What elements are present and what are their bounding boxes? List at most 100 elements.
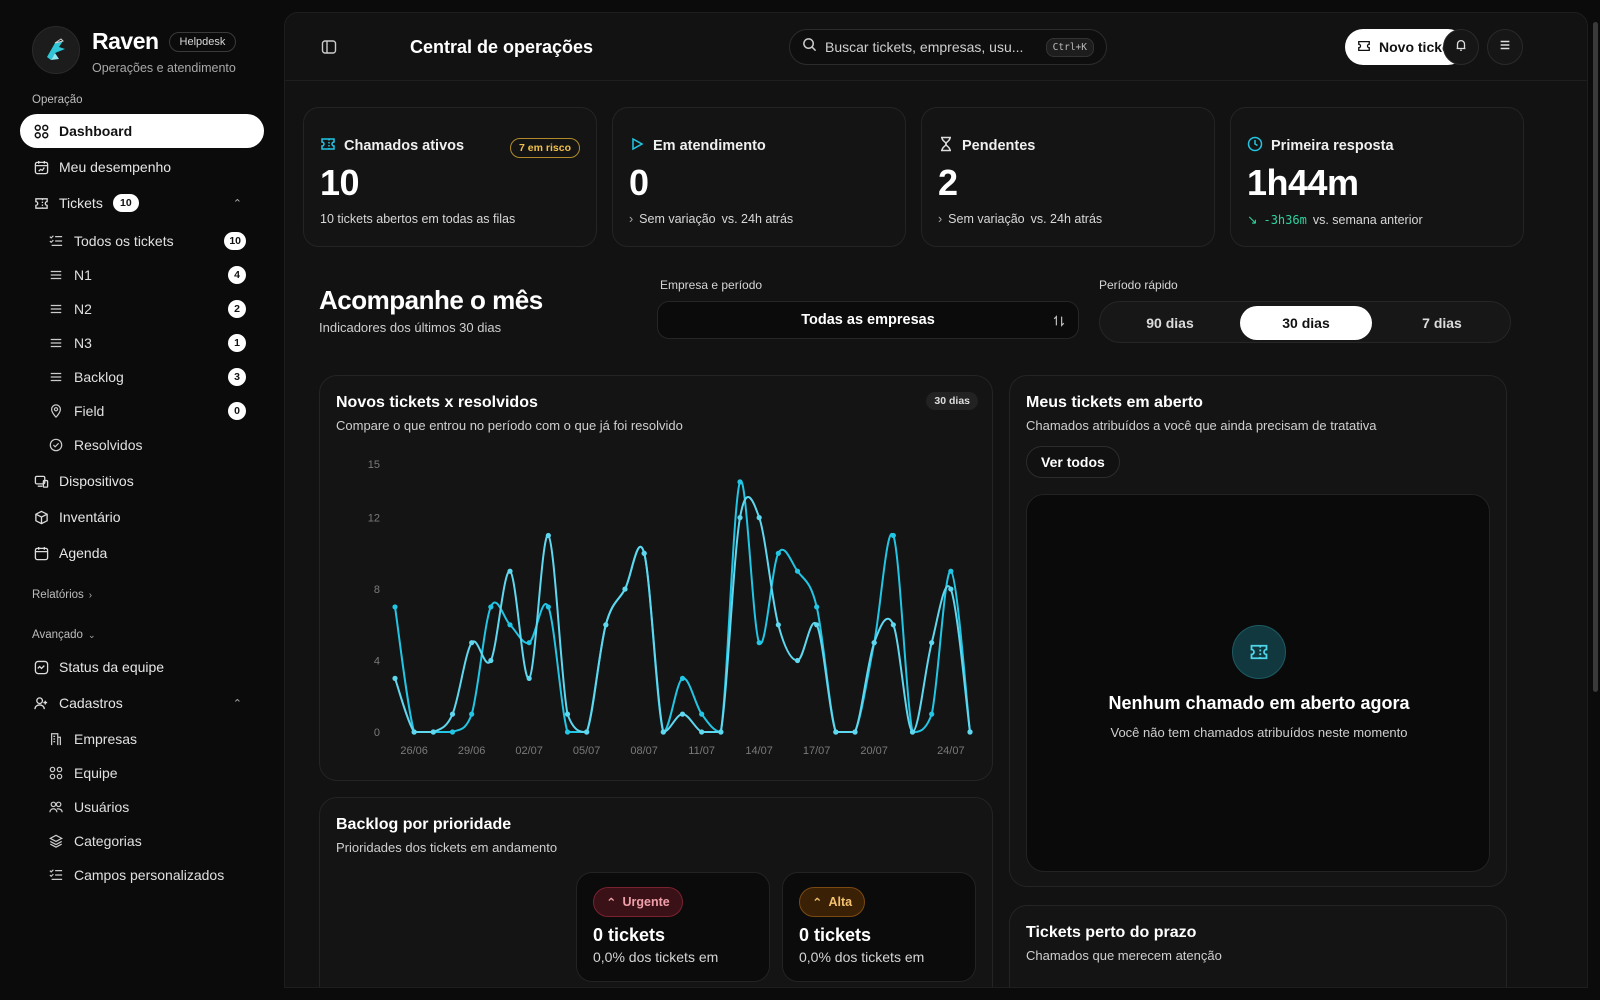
data-point[interactable] [948, 586, 954, 592]
sidebar-item-inventario[interactable]: Inventário [20, 500, 264, 534]
sidebar-item-resolvidos[interactable]: Resolvidos [48, 430, 252, 460]
box-icon [33, 509, 49, 525]
sidebar-item-cadastros[interactable]: Cadastros ⌃ [20, 686, 264, 720]
data-point[interactable] [564, 729, 571, 735]
data-point[interactable] [488, 657, 494, 664]
period-option-7[interactable]: 7 dias [1376, 306, 1508, 340]
data-point[interactable] [469, 640, 475, 646]
search-icon [802, 37, 817, 57]
data-point[interactable] [718, 729, 724, 735]
sidebar-item-dashboard[interactable]: Dashboard [20, 114, 264, 148]
data-point[interactable] [852, 729, 858, 735]
data-point[interactable] [507, 568, 513, 574]
company-select[interactable]: Todas as empresas [657, 301, 1079, 339]
data-point[interactable] [929, 640, 935, 646]
data-point[interactable] [929, 711, 935, 717]
sidebar-item-n2[interactable]: N2 2 [48, 294, 252, 324]
search-input[interactable]: Buscar tickets, empresas, usu... Ctrl+K [789, 29, 1107, 65]
queue-icon [48, 335, 64, 351]
grid-icon [48, 765, 64, 781]
menu-button[interactable] [1487, 29, 1523, 65]
scrollbar[interactable] [1590, 12, 1600, 988]
view-all-button[interactable]: Ver todos [1026, 446, 1120, 478]
data-point[interactable] [641, 550, 647, 556]
data-point[interactable] [488, 604, 494, 610]
data-point[interactable] [890, 622, 896, 628]
sidebar-item-campos-personalizados[interactable]: Campos personalizados [48, 860, 252, 890]
period-option-90[interactable]: 90 dias [1104, 306, 1236, 340]
sidebar-item-categorias[interactable]: Categorias [48, 826, 252, 856]
sidebar-item-todos-os-tickets[interactable]: Todos os tickets 10 [48, 226, 252, 256]
data-point[interactable] [699, 729, 705, 735]
data-point[interactable] [545, 532, 551, 539]
period-option-30[interactable]: 30 dias [1240, 306, 1372, 340]
data-point[interactable] [469, 711, 475, 717]
priority-card-alta[interactable]: ⌃ Alta 0 tickets 0,0% dos tickets em [782, 872, 976, 982]
data-point[interactable] [430, 729, 436, 735]
sidebar-item-n1[interactable]: N1 4 [48, 260, 252, 290]
priority-card-urgente[interactable]: ⌃ Urgente 0 tickets 0,0% dos tickets em [576, 872, 770, 982]
stat-card-em-atendimento[interactable]: Em atendimento 0 › Sem variação vs. 24h … [612, 107, 906, 247]
chevron-up-icon[interactable]: ⌃ [233, 697, 242, 710]
sidebar-item-field[interactable]: Field 0 [48, 396, 252, 426]
data-point[interactable] [775, 622, 781, 628]
data-point[interactable] [814, 604, 820, 610]
sidebar-item-empresas[interactable]: Empresas [48, 724, 252, 754]
data-point[interactable] [756, 640, 762, 646]
data-point[interactable] [890, 532, 896, 539]
data-point[interactable] [526, 675, 532, 681]
sidebar-item-equipe[interactable]: Equipe [48, 758, 252, 788]
data-point[interactable] [948, 568, 954, 574]
brand[interactable]: Raven Helpdesk Operações e atendimento [32, 26, 237, 75]
section-relatorios[interactable]: Relatórios › [32, 589, 92, 601]
stat-card-pendentes[interactable]: Pendentes 2 › Sem variação vs. 24h atrás [921, 107, 1215, 247]
data-point[interactable] [737, 479, 743, 485]
data-point[interactable] [392, 675, 398, 681]
data-point[interactable] [814, 622, 820, 628]
data-point[interactable] [584, 729, 590, 735]
data-point[interactable] [411, 729, 417, 735]
data-point[interactable] [967, 729, 973, 735]
section-avancado-label: Avançado [32, 629, 83, 641]
count-badge: 1 [228, 334, 246, 352]
data-point[interactable] [526, 640, 532, 646]
sidebar-item-usuarios[interactable]: Usuários [48, 792, 252, 822]
sidebar-item-tickets[interactable]: Tickets 10 ⌃ [20, 186, 264, 220]
sidebar-item-dispositivos[interactable]: Dispositivos [20, 464, 264, 498]
sidebar-item-n3[interactable]: N3 1 [48, 328, 252, 358]
chevron-up-icon[interactable]: ⌃ [233, 197, 242, 210]
data-point[interactable] [909, 729, 916, 735]
sidebar-item-meu-desempenho[interactable]: Meu desempenho [20, 150, 264, 184]
data-point[interactable] [699, 711, 705, 717]
data-point[interactable] [449, 711, 456, 717]
data-point[interactable] [871, 640, 877, 646]
data-point[interactable] [794, 568, 801, 574]
section-avancado[interactable]: Avançado ⌄ [32, 629, 96, 641]
sidebar-item-status-da-equipe[interactable]: Status da equipe [20, 650, 264, 684]
data-point[interactable] [775, 550, 781, 556]
data-point[interactable] [737, 515, 743, 521]
data-point[interactable] [833, 729, 839, 735]
data-point[interactable] [679, 711, 686, 717]
data-point[interactable] [545, 604, 551, 610]
open-tickets-title: Meus tickets em aberto [1026, 394, 1203, 411]
scrollbar-thumb[interactable] [1593, 22, 1598, 692]
data-point[interactable] [756, 515, 762, 521]
data-point[interactable] [794, 657, 801, 664]
data-point[interactable] [660, 729, 666, 735]
data-point[interactable] [392, 604, 398, 610]
data-point[interactable] [449, 729, 456, 735]
data-point[interactable] [564, 711, 571, 717]
sidebar-item-backlog[interactable]: Backlog 3 [48, 362, 252, 392]
sidebar-item-agenda[interactable]: Agenda [20, 536, 264, 570]
sidebar-toggle-icon[interactable] [321, 39, 337, 55]
chart-period-badge: 30 dias [926, 392, 978, 410]
notifications-button[interactable] [1443, 29, 1479, 65]
data-point[interactable] [507, 622, 513, 628]
data-point[interactable] [603, 622, 609, 628]
stat-card-chamados-ativos[interactable]: Chamados ativos 7 em risco 10 10 tickets… [303, 107, 597, 247]
data-point[interactable] [622, 586, 628, 592]
calendar-icon [33, 545, 49, 561]
stat-card-primeira-resposta[interactable]: Primeira resposta 1h44m ↘ -3h36m vs. sem… [1230, 107, 1524, 247]
data-point[interactable] [679, 675, 686, 681]
